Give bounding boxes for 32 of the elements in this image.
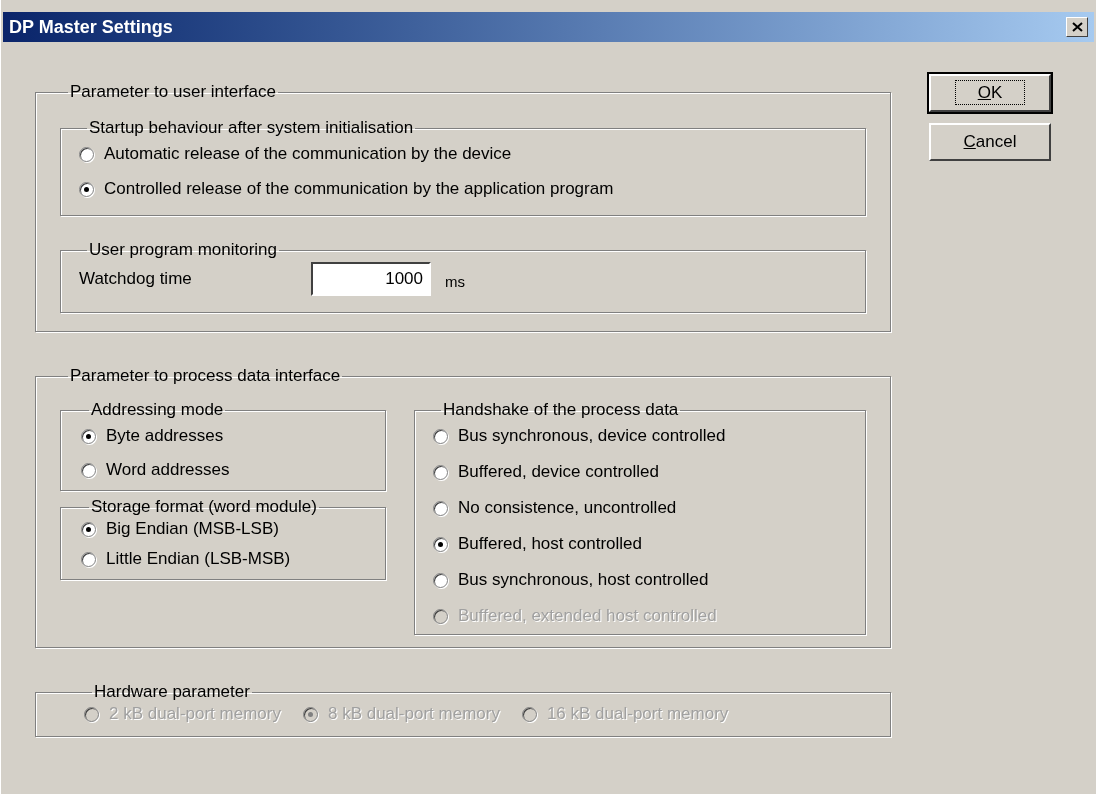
watchdog-time-field[interactable]: 1000 bbox=[311, 262, 431, 296]
ok-button[interactable]: OK bbox=[929, 74, 1051, 112]
radio-label: Little Endian (LSB-MSB) bbox=[106, 548, 291, 571]
radio-label: Word addresses bbox=[106, 459, 230, 482]
group-title: Parameter to user interface bbox=[69, 82, 277, 102]
radio-button[interactable] bbox=[433, 572, 448, 588]
radio-label: Controlled release of the communication by the application program bbox=[104, 178, 614, 201]
radio-label: Bus synchronous, device controlled bbox=[458, 425, 726, 448]
radio-label: Bus synchronous, host controlled bbox=[458, 569, 709, 592]
radio-button[interactable] bbox=[81, 462, 96, 478]
radio-label: No consistence, uncontrolled bbox=[458, 497, 677, 520]
group-title: Hardware parameter bbox=[93, 682, 251, 702]
window-title: DP Master Settings bbox=[9, 15, 173, 39]
radio-label: Big Endian (MSB-LSB) bbox=[106, 518, 279, 541]
radio-label: Automatic release of the communication by the device bbox=[104, 143, 512, 166]
close-button[interactable] bbox=[1066, 17, 1088, 37]
radio-button[interactable] bbox=[433, 428, 448, 444]
close-icon bbox=[1071, 22, 1083, 32]
cancel-button[interactable]: Cancel bbox=[929, 123, 1051, 161]
group-title: User program monitoring bbox=[88, 240, 278, 260]
radio-label: Buffered, device controlled bbox=[458, 461, 659, 484]
unit-label: ms bbox=[445, 271, 465, 292]
radio-label: Byte addresses bbox=[106, 425, 224, 448]
field-label: Watchdog time bbox=[79, 268, 193, 291]
group-title: Handshake of the process data bbox=[442, 400, 680, 420]
radio-button[interactable] bbox=[79, 181, 94, 197]
radio-button[interactable] bbox=[433, 464, 448, 480]
group-title: Startup behaviour after system initialisation bbox=[88, 118, 415, 138]
radio-label: Buffered, host controlled bbox=[458, 533, 642, 556]
group-title: Parameter to process data interface bbox=[69, 366, 342, 386]
group-title: Addressing mode bbox=[90, 400, 225, 420]
group-title: Storage format (word module) bbox=[90, 497, 318, 517]
